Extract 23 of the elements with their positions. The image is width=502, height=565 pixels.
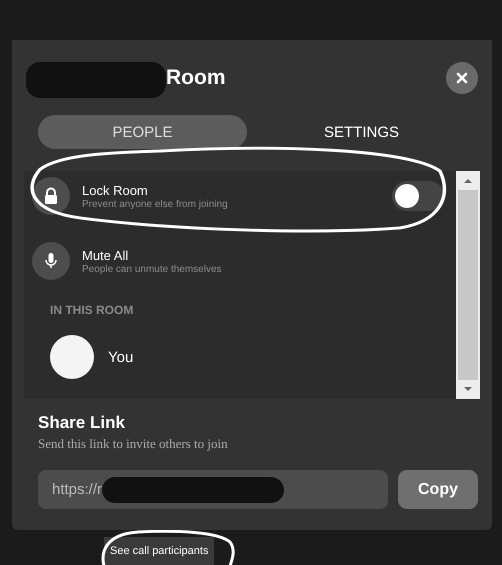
tab[interactable]: PEOPLE	[38, 115, 247, 149]
dialog-title: Room	[166, 66, 226, 90]
scroll-up-icon[interactable]	[463, 178, 473, 184]
setting-description: Prevent anyone else from joining	[82, 198, 229, 210]
scroll-down-icon[interactable]	[463, 386, 473, 392]
tooltip: See call participants	[104, 537, 214, 565]
share-title: Share Link	[38, 413, 126, 433]
copy-button[interactable]: Copy	[398, 470, 478, 509]
link-field[interactable]: https://r	[38, 470, 388, 509]
setting-description: People can unmute themselves	[82, 264, 223, 274]
participant-name: You	[108, 348, 134, 366]
toggle-switch[interactable]	[392, 181, 444, 211]
tab[interactable]: SETTINGS	[257, 115, 466, 149]
close-button[interactable]	[446, 62, 478, 94]
setting-title: Mute All	[82, 248, 130, 262]
share-description: Send this link to invite others to join	[38, 436, 229, 452]
scrollbar[interactable]	[456, 171, 480, 399]
setting-title: Lock Room	[82, 182, 149, 198]
avatar	[50, 335, 94, 379]
section-heading: IN THIS ROOM	[50, 303, 134, 317]
scrollbar-thumb[interactable]	[458, 190, 478, 380]
close-icon	[456, 72, 468, 84]
microphone-icon	[32, 242, 70, 280]
